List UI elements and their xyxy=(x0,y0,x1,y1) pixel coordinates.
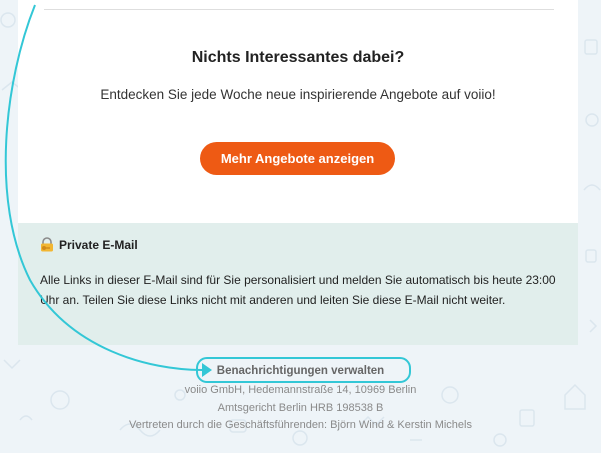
offers-card: Nichts Interessantes dabei? Entdecken Si… xyxy=(18,0,578,223)
footer-directors: Vertreten durch die Geschäftsführenden: … xyxy=(128,419,472,431)
divider xyxy=(44,9,554,10)
manage-notifications-link[interactable]: Benachrichtigungen verwalten xyxy=(0,365,601,377)
lock-key-icon xyxy=(41,237,53,252)
more-offers-button[interactable]: Mehr Angebote anzeigen xyxy=(200,142,395,175)
subline: Entdecken Sie jede Woche neue inspiriere… xyxy=(100,87,496,102)
private-email-text: Alle Links in dieser E-Mail sind für Sie… xyxy=(40,273,556,307)
private-email-title-text: Private E-Mail xyxy=(59,237,138,252)
footer-court: Amtsgericht Berlin HRB 198538 B xyxy=(217,402,384,414)
footer-address: voiio GmbH, Hedemannstraße 14, 10969 Ber… xyxy=(184,384,417,396)
headline: Nichts Interessantes dabei? xyxy=(191,49,405,66)
private-email-title: Private E-Mail xyxy=(40,237,138,252)
private-email-notice: Private E-Mail Alle Links in dieser E-Ma… xyxy=(18,223,578,345)
